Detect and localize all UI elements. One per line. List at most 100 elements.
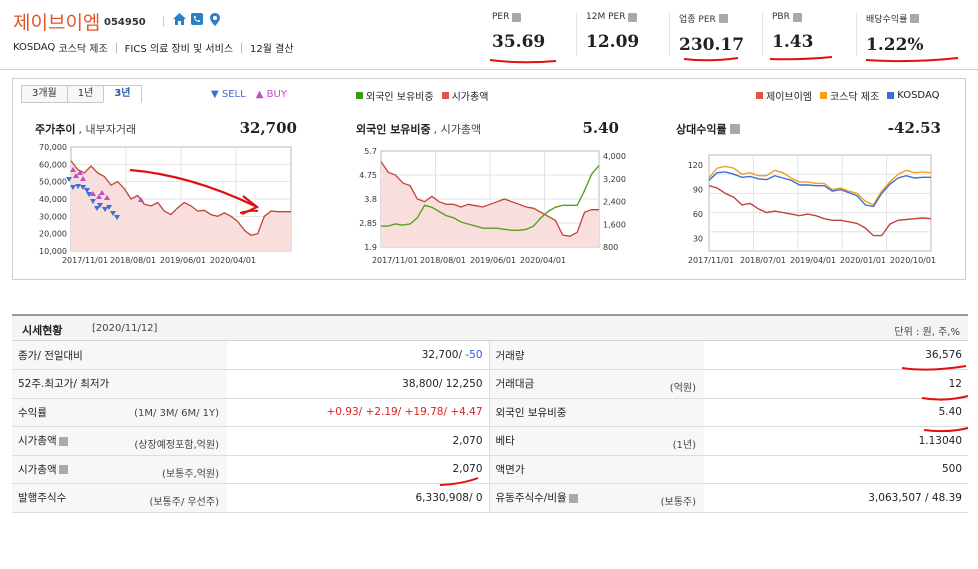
home-icon[interactable] <box>172 12 186 26</box>
row-sublabel: (보통주) <box>660 497 696 508</box>
help-icon[interactable] <box>58 465 68 475</box>
row-label: 시가총액 (보통주,억원) <box>12 455 227 484</box>
help-icon[interactable] <box>512 12 522 22</box>
y2-tick-label: 4,000 <box>603 152 626 161</box>
divider <box>576 12 577 56</box>
industry-label: FICS 의료 장비 및 서비스 <box>124 44 234 55</box>
x-tick-label: 2019/06/01 <box>160 256 206 265</box>
metric-label: 12M PER <box>586 12 626 22</box>
row-label: 베타 (1년) <box>489 426 704 456</box>
legend-item[interactable]: 제이브이엠 <box>756 88 812 103</box>
company-code: 054950 <box>104 17 146 28</box>
help-icon[interactable] <box>628 12 638 22</box>
foreign-chart[interactable]: 5.7 4.75 3.8 2.85 1.9 4,000 3,200 2,400 1,600 800… <box>343 141 633 275</box>
metric-label: PBR <box>772 12 790 22</box>
metric-per: PER 35.69 <box>492 12 545 52</box>
legend-swatch <box>820 92 827 99</box>
row-label: 거래량 <box>489 341 704 370</box>
row-label: 시가총액 (상장예정포함,억원) <box>12 426 227 456</box>
x-tick-label: 2020/04/01 <box>520 256 566 265</box>
x-tick-label: 2019/06/01 <box>470 256 516 265</box>
divider <box>669 12 670 56</box>
legend-item[interactable]: 외국인 보유비중 <box>356 88 434 103</box>
relative-return-chart[interactable]: 120 90 60 30 2017/11/01 2018/07/01 2019/04/01 2… <box>673 141 957 275</box>
row-label: 외국인 보유비중 <box>489 398 704 427</box>
row-label: 52주.최고가/ 최저가 <box>12 369 227 399</box>
divider <box>241 42 243 53</box>
y-tick-label: 1.9 <box>364 243 377 252</box>
y2-tick-label: 3,200 <box>603 175 626 184</box>
row-sublabel: (보통주/ 우선주) <box>149 497 219 508</box>
divider <box>115 42 117 53</box>
row-sublabel: (억원) <box>669 383 696 394</box>
table-row: 52주.최고가/ 최저가 38,800/ 12,250 거래대금 (억원) 12 <box>12 369 968 399</box>
table-row: 시가총액 (보통주,억원) 2,070 액면가 500 <box>12 455 968 484</box>
sell-buy-legend: ▼ SELL ▲ BUY <box>211 89 287 100</box>
price-chart[interactable]: 70,000 60,000 50,000 40,000 30,000 20,000 10,0… <box>23 141 307 275</box>
x-tick-label: 2020/04/01 <box>210 256 256 265</box>
tab-3y[interactable]: 3년 <box>103 85 142 103</box>
company-name[interactable]: 제이브이엠 <box>13 8 100 35</box>
help-icon[interactable] <box>568 493 578 503</box>
legend-item[interactable]: 시가총액 <box>441 88 488 103</box>
metric-pbr: PBR 1.43 <box>772 12 813 52</box>
help-icon[interactable] <box>792 12 802 22</box>
legend-swatch <box>356 92 363 99</box>
y-tick-label: 60,000 <box>39 160 67 169</box>
row-value: 38,800/ 12,250 <box>227 369 490 399</box>
help-icon[interactable] <box>910 14 920 23</box>
help-icon[interactable] <box>718 14 728 23</box>
sell-triangle-icon: ▼ <box>211 89 219 100</box>
tab-3m[interactable]: 3개월 <box>21 85 67 103</box>
metric-label: 배당수익률 <box>866 15 908 25</box>
divider <box>163 16 164 27</box>
legend-item[interactable]: KOSDAQ <box>887 88 939 103</box>
sell-legend[interactable]: ▼ SELL <box>211 89 246 100</box>
help-icon[interactable] <box>729 124 740 134</box>
legend-foreign: 외국인 보유비중 시가총액 <box>356 88 488 103</box>
sector-label: 코스닥 제조 <box>58 44 108 55</box>
y-tick-label: 90 <box>693 186 703 195</box>
x-tick-label: 2018/08/01 <box>420 256 466 265</box>
period-tabs: 3개월 1년 3년 <box>21 85 142 103</box>
legend-relative: 제이브이엠 코스닥 제조 KOSDAQ <box>756 88 939 103</box>
row-label: 유동주식수/비율 (보통주) <box>489 483 704 513</box>
close-price: 32,700/ <box>421 349 462 361</box>
chart-subtitle: , 내부자거래 <box>78 123 137 136</box>
legend-label: 코스닥 제조 <box>830 92 880 103</box>
buy-label: BUY <box>266 89 287 100</box>
table-date: [2020/11/12] <box>92 323 158 334</box>
row-value: 500 <box>704 455 968 484</box>
market-label: KOSDAQ <box>13 42 56 53</box>
x-tick-label: 2020/01/01 <box>840 256 886 265</box>
legend-item[interactable]: 코스닥 제조 <box>820 88 879 103</box>
y2-tick-label: 2,400 <box>603 198 626 207</box>
row-value: 6,330,908/ 0 <box>227 483 490 513</box>
table-row: 종가/ 전일대비 32,700/ -50 거래량 36,576 <box>12 341 968 370</box>
metric-value: 12.09 <box>586 32 640 52</box>
tab-1y[interactable]: 1년 <box>66 85 104 103</box>
x-tick-label: 2017/11/01 <box>688 256 734 265</box>
y-tick-label: 3.8 <box>364 195 377 204</box>
relative-chart-value: -42.53 <box>887 119 941 137</box>
price-chart-title: 주가추이, 내부자거래 <box>35 121 136 137</box>
location-pin-icon[interactable] <box>208 12 222 26</box>
row-value: 1.13040 <box>704 426 968 456</box>
fiscal-label: 12월 결산 <box>250 44 294 55</box>
header-icons <box>172 12 222 26</box>
y-tick-label: 4.75 <box>359 171 377 180</box>
row-label: 거래대금 (억원) <box>489 369 704 399</box>
buy-legend[interactable]: ▲ BUY <box>256 89 287 100</box>
y-tick-label: 30 <box>693 235 703 244</box>
help-icon[interactable] <box>58 436 68 446</box>
y-tick-label: 20,000 <box>39 230 67 239</box>
chart-title-text: 주가추이 <box>35 123 76 136</box>
price-chart-value: 32,700 <box>239 119 297 137</box>
y-tick-label: 70,000 <box>39 143 67 152</box>
metric-12m-per: 12M PER 12.09 <box>586 12 639 52</box>
row-value: 36,576 <box>704 341 968 370</box>
metric-value: 230.17 <box>679 35 745 55</box>
chart-panel: 3개월 1년 3년 ▼ SELL ▲ BUY 외국인 보유비중 시가총액 제이브… <box>12 78 966 280</box>
x-tick-label: 2017/11/01 <box>372 256 418 265</box>
phone-icon[interactable] <box>190 12 204 26</box>
